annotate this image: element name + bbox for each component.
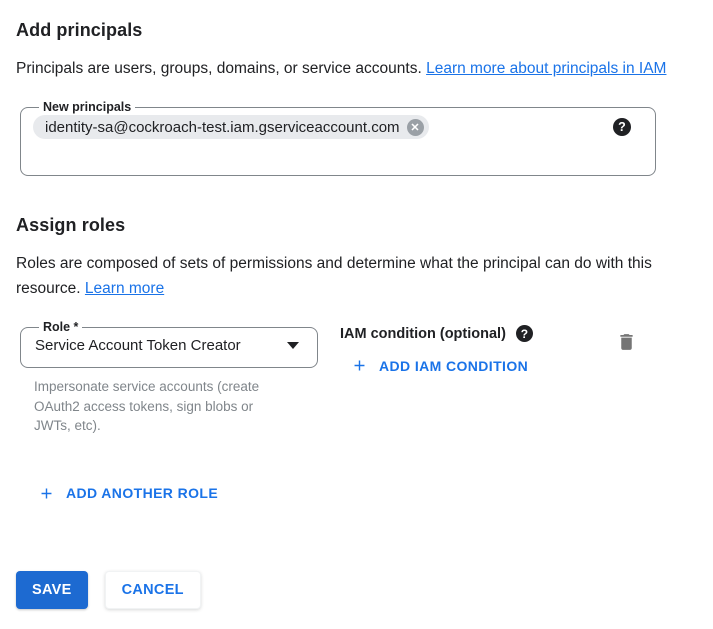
principal-chip-text: identity-sa@cockroach-test.iam.gservicea… [45,119,400,136]
principal-chip: identity-sa@cockroach-test.iam.gservicea… [33,115,429,139]
principals-help-icon[interactable]: ? [613,118,631,136]
add-icon [38,485,55,502]
add-another-role-label: ADD ANOTHER ROLE [66,485,218,501]
chip-remove-icon[interactable]: ✕ [407,119,424,136]
iam-condition-help-icon[interactable]: ? [516,325,533,342]
delete-icon [616,331,637,353]
role-row: Role * Service Account Token Creator Imp… [16,320,697,436]
assign-roles-title: Assign roles [16,215,697,236]
role-select[interactable]: Role * Service Account Token Creator [20,320,318,368]
iam-condition-column: IAM condition (optional) ? ADD IAM CONDI… [340,320,533,379]
delete-role-column [614,320,639,358]
learn-more-principals-link[interactable]: Learn more about principals in IAM [426,60,666,77]
role-value-row: Service Account Token Creator [33,334,305,367]
add-icon [351,357,368,374]
role-column: Role * Service Account Token Creator Imp… [16,320,318,436]
new-principals-content: identity-sa@cockroach-test.iam.gservicea… [33,114,643,139]
add-iam-condition-label: ADD IAM CONDITION [379,358,528,374]
add-iam-condition-button[interactable]: ADD IAM CONDITION [351,357,528,374]
page-title: Add principals [16,20,697,41]
principals-description-text: Principals are users, groups, domains, o… [16,60,426,77]
role-selected-value: Service Account Token Creator [35,337,241,354]
cancel-button[interactable]: CANCEL [105,571,201,609]
iam-condition-label: IAM condition (optional) [340,326,506,342]
dropdown-arrow-icon [287,342,299,349]
principals-description: Principals are users, groups, domains, o… [16,56,670,81]
iam-condition-label-row: IAM condition (optional) ? [340,325,533,342]
action-buttons: SAVE CANCEL [16,571,697,609]
new-principals-label: New principals [39,100,135,114]
delete-role-button[interactable] [614,329,639,358]
role-helper-text: Impersonate service accounts (create OAu… [34,377,292,436]
spacer [16,176,697,215]
add-principals-panel: Add principals Principals are users, gro… [0,0,713,609]
assign-roles-description: Roles are composed of sets of permission… [16,251,670,301]
learn-more-roles-link[interactable]: Learn more [85,280,164,297]
add-another-role-button[interactable]: ADD ANOTHER ROLE [38,485,218,502]
role-label: Role * [39,320,82,334]
save-button[interactable]: SAVE [16,571,88,609]
new-principals-field[interactable]: New principals identity-sa@cockroach-tes… [20,100,656,176]
